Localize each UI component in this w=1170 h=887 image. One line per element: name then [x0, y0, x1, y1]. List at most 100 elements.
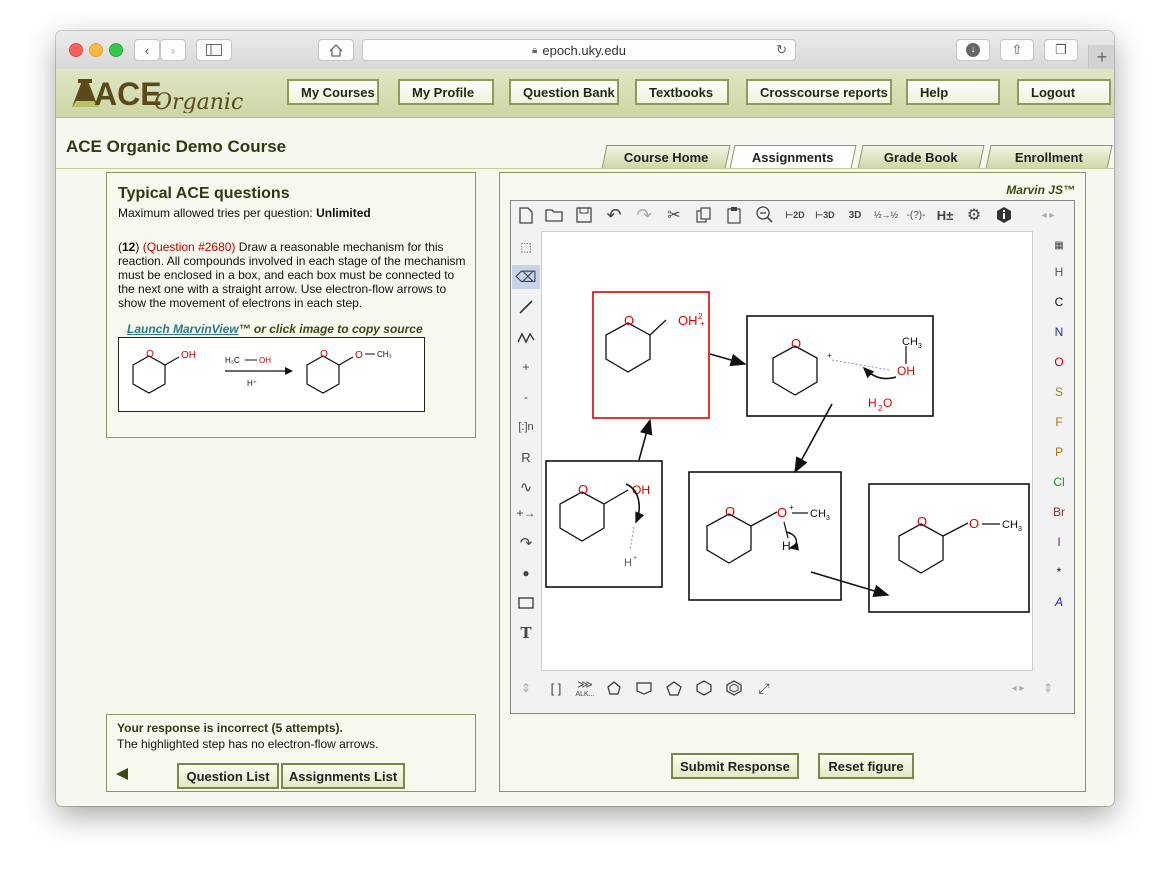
- pyrrole-template-icon[interactable]: [603, 678, 625, 698]
- paste-icon[interactable]: [723, 205, 745, 225]
- benzene-template-icon[interactable]: [723, 678, 745, 698]
- cyclopentane-template-icon[interactable]: [663, 678, 685, 698]
- clean-2d-icon[interactable]: ⊢2D: [783, 205, 807, 225]
- rectangle-shape-icon[interactable]: [512, 591, 540, 615]
- reset-figure-button[interactable]: Reset figure: [818, 753, 914, 779]
- element-button-a[interactable]: A: [1044, 595, 1074, 609]
- sgroup-bracket-icon[interactable]: [:]n: [512, 415, 540, 439]
- periodic-table-icon[interactable]: ▦: [1046, 235, 1072, 255]
- cyclohexane-template-icon[interactable]: [693, 678, 715, 698]
- open-folder-icon[interactable]: [543, 205, 567, 225]
- element-button-f[interactable]: F: [1044, 415, 1074, 429]
- bracket-template-icon[interactable]: [ ]: [545, 678, 567, 698]
- question-panel: Typical ACE questions Maximum allowed tr…: [106, 172, 476, 438]
- svg-text:CH: CH: [902, 336, 918, 348]
- submit-response-button[interactable]: Submit Response: [671, 753, 799, 779]
- settings-gear-icon[interactable]: ⚙: [963, 205, 985, 225]
- element-button-h[interactable]: H: [1044, 265, 1074, 279]
- reaction-image[interactable]: O OH H₃C OH H⁺ O O CH₃: [118, 337, 425, 412]
- element-button-o[interactable]: O: [1044, 355, 1074, 369]
- address-bar[interactable]: 🔒︎ epoch.uky.edu ↻: [362, 39, 796, 61]
- undo-icon[interactable]: ↶: [603, 205, 625, 225]
- svg-text:OH: OH: [259, 356, 271, 365]
- element-button-any[interactable]: *: [1044, 565, 1074, 579]
- downloads-button[interactable]: ↓: [956, 39, 990, 61]
- zoom-out-icon[interactable]: [753, 205, 777, 225]
- minimize-window-button[interactable]: [89, 43, 103, 57]
- radical-dot-icon[interactable]: ●: [512, 561, 540, 585]
- home-icon: [329, 43, 343, 57]
- save-icon[interactable]: [573, 205, 595, 225]
- electron-flow-arrow-icon[interactable]: ↷: [512, 531, 540, 555]
- new-tab-button[interactable]: +: [1088, 45, 1114, 69]
- element-button-p[interactable]: P: [1044, 445, 1074, 459]
- redo-icon[interactable]: ↷: [633, 205, 655, 225]
- vertical-scroll-icon-right[interactable]: ⇕: [1037, 678, 1059, 698]
- drawing-canvas[interactable]: O OH 2 + O + OH CH 3 H 2 O O OH H + O O …: [541, 231, 1033, 671]
- back-button[interactable]: ‹: [134, 39, 160, 61]
- element-button-i[interactable]: I: [1044, 535, 1074, 549]
- question-number: 12: [122, 240, 136, 254]
- zoom-window-button[interactable]: [109, 43, 123, 57]
- cut-icon[interactable]: ✂: [663, 205, 685, 225]
- forward-button[interactable]: ›: [160, 39, 186, 61]
- resize-diagonal-icon[interactable]: ⤢: [753, 678, 775, 698]
- close-window-button[interactable]: [69, 43, 83, 57]
- tab-underline: [56, 168, 1114, 169]
- single-bond-icon[interactable]: [512, 295, 540, 319]
- question-list-button[interactable]: Question List: [177, 763, 279, 789]
- tabs-overview-button[interactable]: ❐: [1044, 39, 1078, 61]
- 3d-view-icon[interactable]: 3D: [843, 205, 867, 225]
- launch-marvinview-link[interactable]: Launch MarvinView: [127, 322, 239, 336]
- logo-text: ACE: [94, 76, 162, 112]
- horizontal-scroll-icon[interactable]: ◂ ▸: [1007, 678, 1029, 698]
- attachment-point-icon[interactable]: ∿: [512, 475, 540, 499]
- reload-icon[interactable]: ↻: [776, 42, 787, 58]
- new-document-icon[interactable]: [515, 205, 537, 225]
- nav-help[interactable]: Help: [906, 79, 1000, 105]
- copy-icon[interactable]: [693, 205, 715, 225]
- tab-grade-book[interactable]: Grade Book: [857, 145, 985, 169]
- increase-charge-icon[interactable]: +: [512, 355, 540, 379]
- tab-course-home[interactable]: Course Home: [601, 145, 731, 169]
- tab-enrollment[interactable]: Enrollment: [985, 145, 1113, 169]
- element-button-cl[interactable]: Cl: [1044, 475, 1074, 489]
- nav-question-bank[interactable]: Question Bank: [509, 79, 619, 105]
- toolbar-scroll-arrows-icon[interactable]: ◂ ▸: [1037, 205, 1059, 225]
- cyclobutane-template-icon[interactable]: [633, 678, 655, 698]
- hydrogen-toggle-icon[interactable]: H±: [933, 205, 957, 225]
- nav-textbooks[interactable]: Textbooks: [635, 79, 729, 105]
- max-tries-value: Unlimited: [316, 206, 371, 220]
- element-button-c[interactable]: C: [1044, 295, 1074, 309]
- nav-crosscourse-reports[interactable]: Crosscourse reports: [746, 79, 892, 105]
- info-icon[interactable]: [993, 205, 1015, 225]
- chain-icon[interactable]: [512, 325, 540, 349]
- back-arrow-icon[interactable]: [115, 767, 129, 781]
- nav-my-courses[interactable]: My Courses: [287, 79, 379, 105]
- element-button-br[interactable]: Br: [1044, 505, 1074, 519]
- svg-text:O: O: [624, 313, 634, 328]
- vertical-scroll-icon[interactable]: ⇕: [515, 678, 537, 698]
- rgroup-icon[interactable]: R: [512, 445, 540, 469]
- text-tool-icon[interactable]: T: [512, 621, 540, 645]
- home-button[interactable]: [318, 39, 354, 61]
- sidebar-toggle-button[interactable]: [196, 39, 232, 61]
- tab-assignments[interactable]: Assignments: [729, 145, 857, 169]
- rectangle-select-icon[interactable]: ⬚: [512, 235, 540, 259]
- query-atom-icon[interactable]: -(?)-: [903, 205, 929, 225]
- element-button-s[interactable]: S: [1044, 385, 1074, 399]
- tabs-icon: ❐: [1055, 42, 1067, 57]
- share-button[interactable]: ⇧: [1000, 39, 1034, 61]
- eraser-icon[interactable]: ⌫: [512, 265, 540, 289]
- question-text: (12) (Question #2680) Draw a reasonable …: [118, 240, 466, 310]
- decrease-charge-icon[interactable]: -: [512, 385, 540, 409]
- reaction-arrow-icon[interactable]: +→: [512, 501, 540, 525]
- nav-my-profile[interactable]: My Profile: [398, 79, 494, 105]
- assignments-list-button[interactable]: Assignments List: [281, 763, 405, 789]
- ace-organic-logo[interactable]: ACE Organic: [68, 73, 244, 115]
- element-button-n[interactable]: N: [1044, 325, 1074, 339]
- clean-3d-icon[interactable]: ⊢3D: [813, 205, 837, 225]
- renumber-icon[interactable]: ½→½: [871, 205, 901, 225]
- nav-logout[interactable]: Logout: [1017, 79, 1111, 105]
- alkane-template-button[interactable]: ⋙ ALK...: [571, 675, 599, 701]
